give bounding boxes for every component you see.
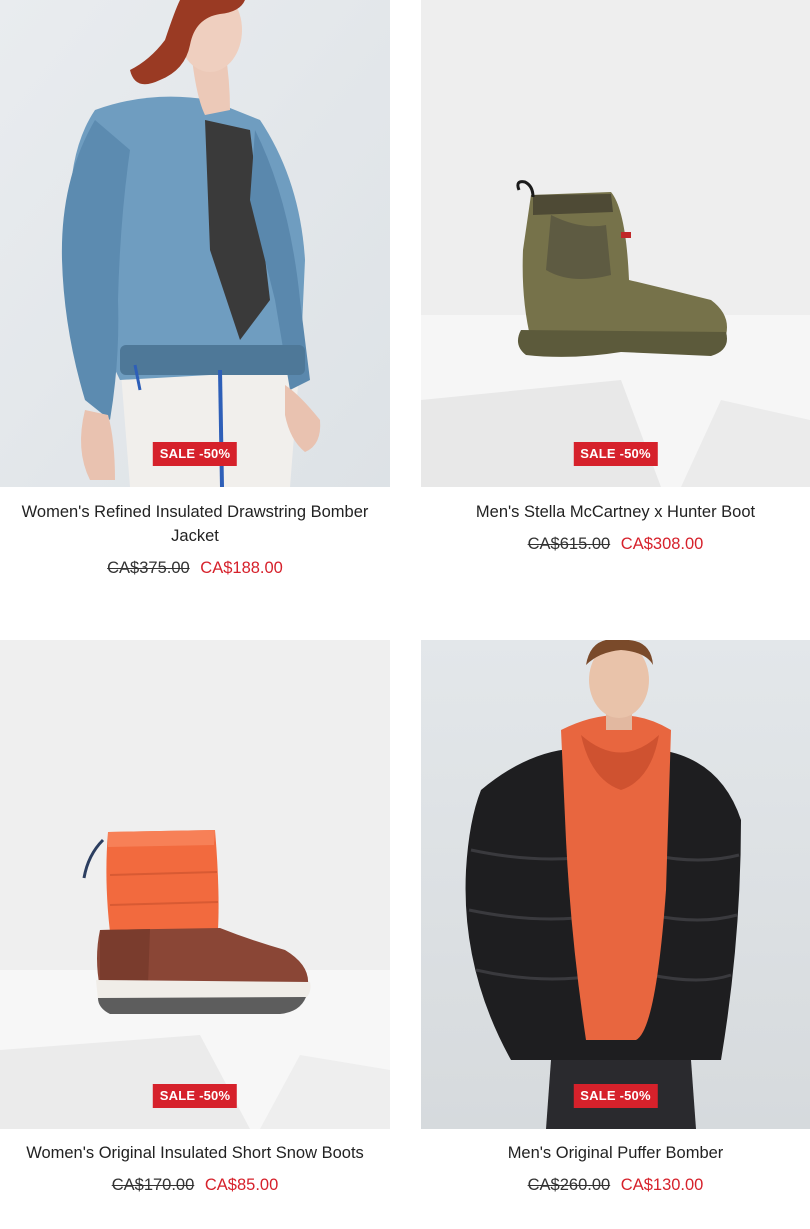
sale-price: CA$308.00 [620, 535, 704, 553]
product-card: SALE -50% Men's Original Puffer Bomber C… [421, 640, 810, 1195]
sale-price: CA$188.00 [200, 559, 283, 577]
sale-badge: SALE -50% [152, 1084, 238, 1108]
product-title[interactable]: Men's Stella McCartney x Hunter Boot [429, 500, 802, 524]
product-title[interactable]: Men's Original Puffer Bomber [429, 1141, 802, 1165]
product-prices: CA$615.00 CA$308.00 [421, 534, 810, 554]
sale-badge: SALE -50% [573, 442, 658, 466]
original-price: CA$615.00 [527, 535, 611, 553]
product-image[interactable]: SALE -50% [421, 0, 810, 487]
sale-price: CA$130.00 [620, 1176, 704, 1194]
product-card: SALE -50% Women's Original Insulated Sho… [0, 640, 390, 1195]
sale-badge: SALE -50% [152, 442, 238, 466]
product-image[interactable]: SALE -50% [421, 640, 810, 1129]
sale-price: CA$85.00 [204, 1176, 279, 1194]
product-prices: CA$260.00 CA$130.00 [421, 1175, 810, 1195]
original-price: CA$375.00 [107, 559, 190, 577]
product-card: SALE -50% Women's Refined Insulated Draw… [0, 0, 390, 578]
original-price: CA$260.00 [527, 1176, 611, 1194]
product-photo-jacket [0, 0, 390, 487]
product-photo-snow-boot [0, 640, 390, 1129]
product-prices: CA$375.00 CA$188.00 [0, 558, 390, 578]
product-grid: SALE -50% Women's Refined Insulated Draw… [0, 0, 810, 1229]
product-title[interactable]: Women's Original Insulated Short Snow Bo… [8, 1141, 382, 1165]
product-photo-olive-boot [421, 0, 810, 487]
sale-badge: SALE -50% [573, 1084, 658, 1108]
product-prices: CA$170.00 CA$85.00 [0, 1175, 390, 1195]
product-card: SALE -50% Men's Stella McCartney x Hunte… [421, 0, 810, 554]
product-photo-puffer [421, 640, 810, 1129]
product-title[interactable]: Women's Refined Insulated Drawstring Bom… [8, 500, 382, 548]
product-image[interactable]: SALE -50% [0, 640, 390, 1129]
product-image[interactable]: SALE -50% [0, 0, 390, 487]
original-price: CA$170.00 [111, 1176, 195, 1194]
